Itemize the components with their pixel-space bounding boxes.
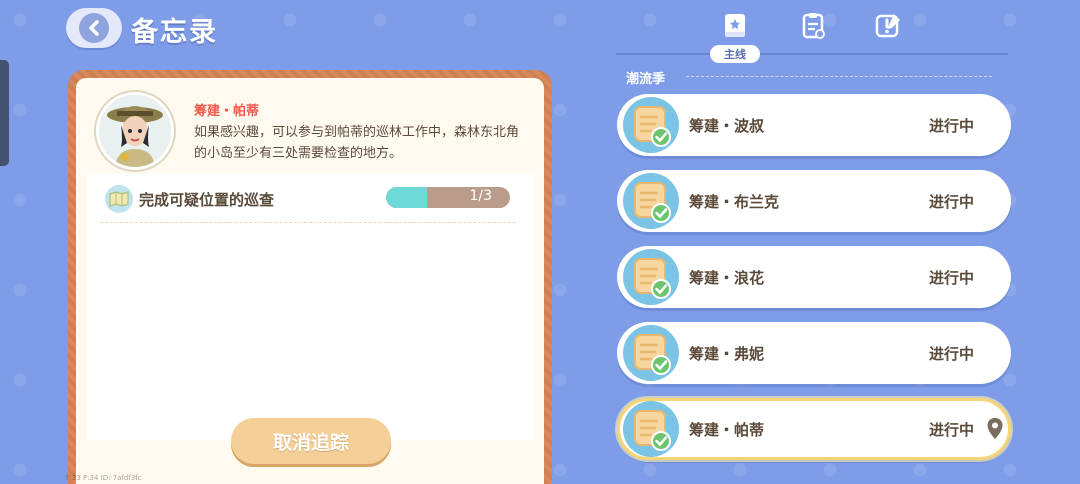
quest-name: 筹建・浪花 bbox=[689, 269, 765, 287]
section-divider bbox=[686, 76, 992, 77]
quest-note-icon[interactable] bbox=[874, 12, 902, 40]
quest-status: 进行中 bbox=[929, 345, 975, 363]
quest-note-icon bbox=[623, 325, 679, 381]
quest-status: 进行中 bbox=[929, 193, 975, 211]
location-pin-icon[interactable] bbox=[986, 417, 1004, 441]
clipboard-icon[interactable] bbox=[799, 12, 827, 40]
quest-card[interactable]: 筹建・弗妮 进行中 bbox=[617, 322, 1011, 384]
quest-card-selected[interactable]: 筹建・帕蒂 进行中 bbox=[617, 398, 1011, 460]
task-text: 完成可疑位置的巡查 bbox=[139, 190, 275, 209]
npc-avatar bbox=[96, 92, 174, 170]
map-icon bbox=[105, 185, 133, 213]
tab-main-story[interactable]: 主线 bbox=[710, 45, 760, 63]
tab-underline bbox=[616, 53, 1008, 55]
quest-name: 筹建・帕蒂 bbox=[689, 421, 765, 439]
quest-note-icon bbox=[623, 97, 679, 153]
quest-card[interactable]: 筹建・波叔 进行中 bbox=[617, 94, 1011, 156]
quest-status: 进行中 bbox=[929, 421, 975, 439]
npc-description: 如果感兴趣，可以参与到帕蒂的巡林工作中，森林东北角的小岛至少有三处需要检查的地方… bbox=[194, 125, 520, 161]
quest-name: 筹建・波叔 bbox=[689, 117, 765, 135]
book-icon[interactable] bbox=[721, 12, 749, 40]
side-pull-tab[interactable] bbox=[0, 60, 9, 166]
quest-card[interactable]: 筹建・浪花 进行中 bbox=[617, 246, 1011, 308]
quest-name: 筹建・布兰克 bbox=[689, 193, 780, 211]
task-progress-bar: 1/3 bbox=[386, 187, 510, 208]
page-title: 备忘录 bbox=[131, 17, 218, 48]
quest-note-icon bbox=[623, 173, 679, 229]
back-button[interactable] bbox=[66, 8, 122, 48]
back-arrow-icon bbox=[79, 13, 109, 43]
quest-note-icon bbox=[623, 401, 679, 457]
quest-name: 筹建・弗妮 bbox=[689, 345, 765, 363]
untrack-button[interactable]: 取消追踪 bbox=[231, 418, 391, 464]
task-divider bbox=[100, 222, 516, 223]
quest-card[interactable]: 筹建・布兰克 进行中 bbox=[617, 170, 1011, 232]
progress-text: 1/3 bbox=[469, 188, 492, 204]
section-label: 潮流季 bbox=[626, 72, 666, 87]
quest-status: 进行中 bbox=[929, 117, 975, 135]
debug-overlay-text: F:23 P:34 ID: 7afdf3fc bbox=[66, 474, 142, 482]
npc-name: 筹建・帕蒂 bbox=[194, 104, 260, 119]
quest-note-icon bbox=[623, 249, 679, 305]
quest-status: 进行中 bbox=[929, 269, 975, 287]
